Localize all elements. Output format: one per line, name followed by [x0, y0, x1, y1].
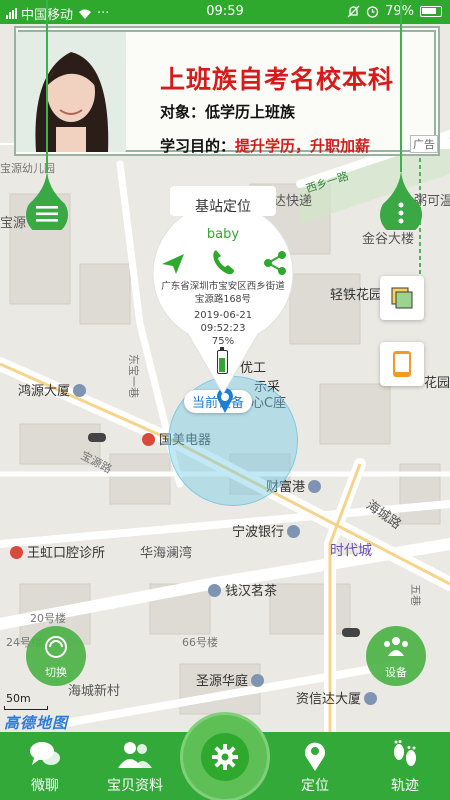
poi-qingtie[interactable]: 轻铁花园: [330, 284, 382, 303]
building-icon: [308, 480, 322, 493]
poi-hongyuan-label: 鸿源大厦: [18, 384, 71, 399]
navigate-icon[interactable]: [160, 250, 186, 276]
building-icon: [364, 692, 378, 705]
tab-location-label: 定位: [301, 778, 329, 794]
device-label: 设备: [385, 666, 407, 679]
more-drop-button[interactable]: [377, 168, 425, 236]
poi-xinda-label: 资信达大厦: [296, 692, 362, 707]
menu-icon: [36, 206, 58, 222]
tab-profile-label: 宝贝资料: [107, 778, 163, 794]
traffic-light-icon: [88, 433, 106, 442]
poi-shidai[interactable]: 时代城: [330, 540, 372, 560]
device-name: baby: [206, 227, 240, 242]
settings-center-button[interactable]: [180, 712, 270, 800]
phone-locate-button[interactable]: [380, 342, 424, 386]
shop-icon: [208, 584, 221, 597]
poi-qianhan-label: 钱汉茗茶: [225, 584, 278, 599]
footprints-icon: [394, 740, 416, 766]
ad-title: 上班族自考名校本科: [160, 65, 395, 94]
poi-wanghong-label: 王虹口腔诊所: [27, 546, 106, 561]
building-icon: [251, 674, 265, 687]
menu-drop-button[interactable]: [23, 168, 71, 236]
mute-icon: [347, 5, 360, 18]
device-info-popup[interactable]: 基站定位 baby 广东省深圳市宝安区西乡街道宝源路168号 2019-06-2…: [148, 184, 298, 396]
poi-qianhan[interactable]: 钱汉茗茶: [208, 580, 277, 599]
ad-target-line: 对象：低学历上班族: [160, 103, 296, 121]
device-button[interactable]: 设备: [366, 626, 426, 686]
popup-address: 广东省深圳市宝安区西乡街道宝源路168号: [161, 281, 285, 305]
poi-shengyuan-label: 圣源华庭: [196, 674, 249, 689]
popup-battery-percent: 75%: [211, 336, 235, 347]
traffic-light-icon: [342, 628, 360, 637]
left-drop-string: [46, 0, 48, 172]
map-scale-text: 50m: [6, 692, 31, 705]
status-right: 79%: [347, 4, 442, 19]
building-icon: [73, 384, 87, 397]
share-icon[interactable]: [262, 250, 288, 276]
poi-hao20[interactable]: 20号楼: [30, 610, 66, 626]
profile-icon: [118, 742, 152, 768]
popup-time: 09:52:23: [200, 323, 246, 334]
ad-goal-highlight: 提升学历，升职加薪: [235, 137, 371, 155]
alarm-icon: [366, 6, 379, 18]
popup-actions: [158, 248, 288, 278]
popup-title: 基站定位: [195, 199, 251, 215]
chat-bubbles-icon: [30, 742, 60, 765]
poi-hongyuan[interactable]: 鸿源大厦: [18, 380, 87, 399]
map-scale-bar: [4, 706, 48, 710]
poi-xinda[interactable]: 资信达大厦: [296, 688, 378, 707]
poi-road-dongbao: 东宝一巷: [127, 354, 140, 398]
tab-track[interactable]: 轨迹: [360, 732, 450, 800]
poi-haicheng-village[interactable]: 海城新村: [68, 680, 120, 699]
popup-date: 2019-06-21: [193, 310, 253, 321]
poi-ningbo-label: 宁波银行: [232, 525, 285, 540]
layers-icon: [391, 287, 413, 309]
ad-tag: 广告: [410, 135, 438, 153]
poi-ningbo[interactable]: 宁波银行: [232, 521, 301, 540]
phone-device-icon: [393, 351, 411, 377]
ad-photo: [16, 32, 126, 152]
poi-hao66[interactable]: 66号楼: [182, 634, 218, 650]
switch-button[interactable]: 切换: [26, 626, 86, 686]
map-provider-logo: 高德地图: [4, 714, 69, 732]
switch-label: 切换: [45, 666, 67, 679]
switch-icon: [45, 636, 67, 658]
bank-icon: [287, 525, 301, 538]
poi-huahai[interactable]: 华海澜湾: [140, 542, 192, 561]
portrait-image: [16, 32, 126, 152]
poi-jingu-label: 金谷大楼: [362, 232, 415, 247]
tab-chat[interactable]: 微聊: [0, 732, 90, 800]
settings-gear-icon: [212, 744, 238, 770]
tab-location[interactable]: 定位: [270, 732, 360, 800]
location-pin-icon: [305, 742, 325, 771]
poi-wanghong[interactable]: 王虹口腔诊所: [10, 542, 105, 561]
poi-road-wuxiang: 五巷: [409, 584, 422, 606]
map-layer-button[interactable]: [380, 276, 424, 320]
poi-shengyuan[interactable]: 圣源华庭: [196, 670, 265, 689]
poi-jingu[interactable]: 金谷大楼: [362, 228, 414, 247]
right-drop-string: [400, 0, 402, 172]
ad-goal-line: 学习目的：提升学历，升职加薪: [160, 135, 370, 156]
ad-goal-prefix: 学习目的：: [160, 137, 236, 155]
status-bar: 中国移动 ··· 09:59 79%: [0, 0, 450, 24]
phone-icon[interactable]: [210, 248, 236, 276]
device-battery-icon: [217, 347, 228, 374]
poi-huayuan[interactable]: 花园: [424, 372, 450, 391]
more-vertical-icon: [398, 202, 404, 224]
battery-icon: [420, 6, 442, 17]
tab-track-label: 轨迹: [391, 778, 419, 794]
store-icon: [142, 433, 155, 446]
tab-profile[interactable]: 宝贝资料: [90, 732, 180, 800]
clinic-icon: [10, 546, 23, 559]
tab-chat-label: 微聊: [31, 778, 59, 794]
group-icon: [384, 637, 408, 656]
